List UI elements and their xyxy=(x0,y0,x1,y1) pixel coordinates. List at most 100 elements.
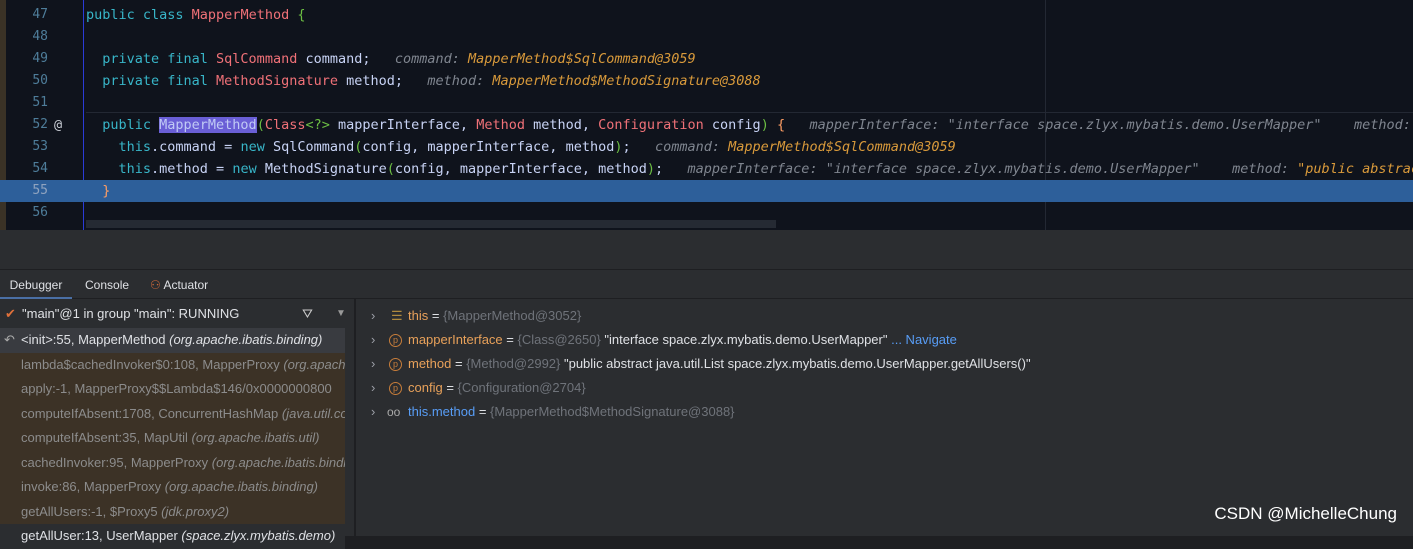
line-number[interactable]: 48 xyxy=(6,26,48,48)
code-token: this xyxy=(86,139,152,155)
filter-icon[interactable]: ⛛ xyxy=(302,299,313,328)
line-number[interactable]: 47 xyxy=(6,4,48,26)
frame-package: (org.apache.ibatis.util) xyxy=(191,430,320,445)
stack-frame[interactable]: cachedInvoker:95, MapperProxy (org.apach… xyxy=(0,450,345,475)
code-token: new xyxy=(240,139,273,155)
frame-method: getAllUsers:-1, $Proxy5 xyxy=(21,503,162,519)
code-token: { xyxy=(297,7,306,23)
line-number[interactable]: 49 xyxy=(6,48,48,70)
code-token: MapperMethod$SqlCommand@3059 xyxy=(468,51,696,67)
frame-method: apply:-1, MapperProxy$$Lambda$146/0x0000… xyxy=(21,381,332,396)
tab-actuator[interactable]: ⚇ Actuator xyxy=(150,270,208,299)
stack-frame[interactable]: computeIfAbsent:1708, ConcurrentHashMap … xyxy=(0,401,345,426)
code-token: public class xyxy=(86,7,192,23)
stack-frame[interactable]: lambda$cachedInvoker$0:108, MapperProxy … xyxy=(0,352,345,377)
watermark: CSDN @MichelleChung xyxy=(1214,504,1397,523)
stack-frame[interactable]: getAllUser:13, UserMapper (space.zlyx.my… xyxy=(0,524,345,549)
variable-ref: {MapperMethod@3052} xyxy=(443,308,582,323)
variable-name: this.method xyxy=(408,404,476,419)
code-line[interactable]: 55 } xyxy=(0,180,1413,202)
code-token: } xyxy=(86,183,111,199)
line-number[interactable]: 53 xyxy=(6,136,48,158)
code-line[interactable]: 48 xyxy=(0,26,1413,48)
debug-toolbar xyxy=(0,230,1413,270)
tab-console[interactable]: Console xyxy=(85,270,129,299)
variable-ref: {MapperMethod$MethodSignature@3088} xyxy=(490,404,735,419)
line-number[interactable]: 50 xyxy=(6,70,48,92)
chevron-down-icon[interactable]: ▼ xyxy=(336,299,346,328)
frame-package: (org.apache.ibatis.binding) xyxy=(169,332,323,347)
code-token: public xyxy=(86,117,160,133)
watch-icon: oo xyxy=(387,405,401,419)
stack-frame[interactable]: getAllUsers:-1, $Proxy5 (jdk.proxy2) xyxy=(0,499,345,524)
code-token: ; xyxy=(655,161,664,177)
code-token: Configuration xyxy=(598,117,712,133)
navigate-link[interactable]: ... Navigate xyxy=(888,332,957,347)
code-token: config, mapperInterface, method xyxy=(394,161,647,177)
code-token: MapperMethod$SqlCommand@3059 xyxy=(728,139,956,155)
chevron-right-icon[interactable]: › xyxy=(371,352,375,376)
code-token: this xyxy=(86,161,152,177)
variable-row[interactable]: › p mapperInterface = {Class@2650} "interf… xyxy=(356,328,1413,352)
frame-method: lambda$cachedInvoker$0:108, MapperProxy xyxy=(21,356,284,372)
stack-frame[interactable]: computeIfAbsent:35, MapUtil (org.apache.… xyxy=(0,426,345,451)
tab-debugger[interactable]: Debugger xyxy=(0,270,72,299)
chevron-right-icon[interactable]: › xyxy=(371,304,375,328)
variable-name: this xyxy=(408,308,429,323)
code-text: this.method = new MethodSignature(config… xyxy=(86,158,1413,180)
field-list-icon: ☰ xyxy=(391,308,403,323)
variable-value: "public abstract java.util.List space.zl… xyxy=(560,356,1031,371)
stack-frame[interactable]: invoke:86, MapperProxy (org.apache.ibati… xyxy=(0,475,345,500)
frame-package: (jdk.proxy2) xyxy=(161,503,230,519)
code-line[interactable]: 53 this.command = new SqlCommand(config,… xyxy=(0,136,1413,158)
line-number[interactable]: 54 xyxy=(6,158,48,180)
thread-label: "main"@1 in group "main": RUNNING xyxy=(22,306,240,321)
code-token: method; xyxy=(346,73,403,89)
code-token: config xyxy=(711,117,761,133)
code-text: this.command = new SqlCommand(config, ma… xyxy=(86,136,956,158)
variable-row[interactable]: › oo this.method = {MapperMethod$MethodSig… xyxy=(356,400,1413,424)
code-line[interactable]: 54 this.method = new MethodSignature(con… xyxy=(0,158,1413,180)
code-token: ) xyxy=(760,117,769,133)
code-text: public class MapperMethod { xyxy=(86,4,305,26)
code-token: mapperInterface: "interface space.zlyx.m… xyxy=(663,161,1298,177)
code-token: .method = xyxy=(151,161,233,177)
variable-row[interactable]: › ☰ this = {MapperMethod@3052} xyxy=(356,304,1413,328)
thread-selector[interactable]: ✔ "main"@1 in group "main": RUNNING ⛛ ▼ xyxy=(0,299,354,328)
override-marker-icon[interactable]: @ xyxy=(54,114,62,136)
code-line[interactable]: 49 private final SqlCommand command; com… xyxy=(0,48,1413,70)
code-line[interactable]: 50 private final MethodSignature method;… xyxy=(0,70,1413,92)
line-number[interactable]: 52 xyxy=(6,114,48,136)
chevron-right-icon[interactable]: › xyxy=(371,328,375,352)
parameter-icon: p xyxy=(389,334,402,347)
chevron-right-icon[interactable]: › xyxy=(371,400,375,424)
code-line[interactable]: 52 @ public MapperMethod(Class<?> mapperI… xyxy=(0,114,1413,136)
code-text: private final MethodSignature method; me… xyxy=(86,70,760,92)
horizontal-scrollbar[interactable] xyxy=(86,220,776,228)
code-line[interactable]: 51 xyxy=(0,92,1413,114)
frame-method: invoke:86, MapperProxy xyxy=(21,479,165,494)
variable-row[interactable]: › p config = {Configuration@2704} xyxy=(356,376,1413,400)
code-token: "public abstract xyxy=(1297,161,1413,177)
code-token: config, mapperInterface, method xyxy=(362,139,615,155)
variable-row[interactable]: › p method = {Method@2992} "public abstrac… xyxy=(356,352,1413,376)
line-number[interactable]: 55 xyxy=(6,180,48,202)
code-token: ) xyxy=(646,161,655,177)
stack-frame[interactable]: apply:-1, MapperProxy$$Lambda$146/0x0000… xyxy=(0,377,345,402)
frame-package: (org.apache.ibatis.binding) xyxy=(283,356,345,372)
code-line[interactable]: 47 public class MapperMethod { xyxy=(0,4,1413,26)
code-token: mapperInterface: "interface space.zlyx.m… xyxy=(785,117,1413,133)
stack-frame[interactable]: ↶ <init>:55, MapperMethod (org.apache.iba… xyxy=(0,328,345,353)
code-text: } xyxy=(86,180,110,202)
code-editor[interactable]: 47 public class MapperMethod {48 49 privat… xyxy=(0,0,1413,230)
code-token: private final xyxy=(86,73,217,89)
parameter-icon: p xyxy=(389,358,402,371)
line-number[interactable]: 51 xyxy=(6,92,48,114)
code-token: MapperMethod xyxy=(191,7,298,23)
variables-panel: › ☰ this = {MapperMethod@3052} › p mapperInte… xyxy=(356,299,1413,536)
code-token: MethodSignature xyxy=(216,73,347,89)
line-number[interactable]: 56 xyxy=(6,202,48,224)
chevron-right-icon[interactable]: › xyxy=(371,376,375,400)
frames-panel: ✔ "main"@1 in group "main": RUNNING ⛛ ▼ … xyxy=(0,299,355,549)
code-token: { xyxy=(768,117,786,133)
